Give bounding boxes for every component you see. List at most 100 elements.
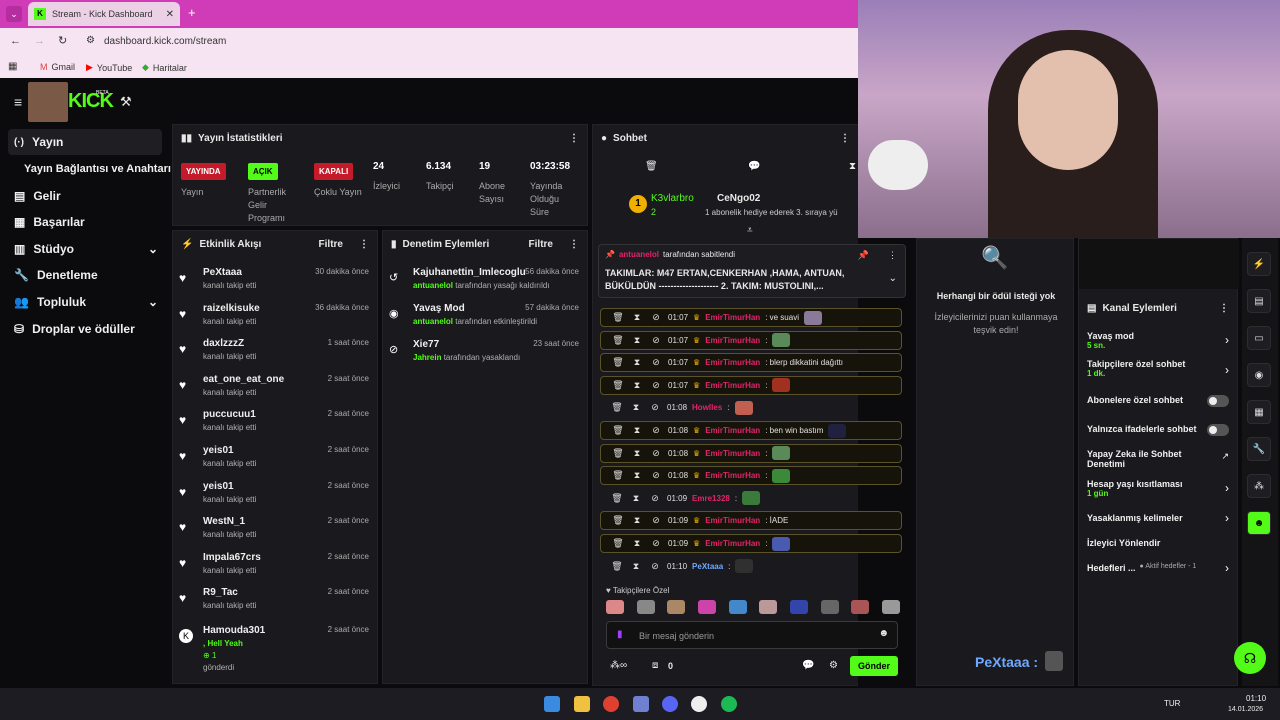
ban-icon[interactable]: ⊘	[649, 357, 663, 368]
message-icon[interactable]: 💬	[748, 161, 760, 172]
chevron-right-icon[interactable]: ›	[1225, 561, 1229, 575]
filter-button[interactable]: Filtre	[529, 239, 553, 250]
message-user[interactable]: Emre1328	[692, 494, 730, 503]
activity-user[interactable]: yeis01	[203, 481, 234, 492]
ban-icon[interactable]: ⊘	[649, 448, 663, 459]
more-icon[interactable]: ⋮	[888, 250, 897, 261]
chat-message[interactable]: 🗑 ⧗ ⊘ 01:07 ♛ EmirTimurHan: blerp dikkatini d…	[600, 353, 902, 373]
tray-icons[interactable]	[948, 698, 1128, 710]
chat-message[interactable]: 🗑 ⧗ ⊘ 01:10 PeXtaaa:	[600, 557, 902, 576]
language-indicator[interactable]: TUR	[1164, 699, 1180, 708]
timeout-icon[interactable]: ⧗	[630, 448, 644, 459]
unpin-icon[interactable]: 📌	[858, 250, 869, 261]
chrome-icon[interactable]	[603, 696, 619, 712]
timeout-icon[interactable]: ⧗	[630, 380, 644, 391]
message-user[interactable]: EmirTimurHan	[705, 313, 760, 322]
ban-icon[interactable]: ⊘	[649, 380, 663, 391]
start-icon[interactable]	[544, 696, 560, 712]
trash-icon[interactable]: 🗑	[645, 161, 658, 172]
account-age-setting[interactable]: Hesap yaşı kısıtlaması 1 gün	[1087, 479, 1233, 498]
message-user[interactable]: PeXtaaa	[692, 562, 723, 571]
discord-icon[interactable]	[662, 696, 678, 712]
emote-bar[interactable]	[606, 600, 900, 616]
sidebar-item-studyo[interactable]: ▥ Stüdyo ⌄	[8, 236, 162, 262]
more-icon[interactable]: ⋮	[359, 239, 369, 250]
ban-icon[interactable]: ⊘	[649, 425, 663, 436]
activity-user[interactable]: daxlzzzZ	[203, 338, 244, 349]
document-icon[interactable]: ▤	[1247, 289, 1271, 313]
trash-icon[interactable]: 🗑	[611, 312, 625, 323]
external-link-icon[interactable]: ↗	[1221, 451, 1229, 462]
chevron-right-icon[interactable]: ›	[1225, 481, 1229, 495]
apps-icon[interactable]: ▦	[8, 61, 17, 72]
ai-moderation-setting[interactable]: Yapay Zeka ile Sohbet Denetimi	[1087, 449, 1207, 469]
trash-icon[interactable]: 🗑	[611, 380, 625, 391]
app-icon[interactable]	[633, 696, 649, 712]
browser-tab[interactable]: K Stream - Kick Dashboard ✕	[28, 2, 180, 26]
activity-user[interactable]: R9_Tac	[203, 587, 238, 598]
new-tab-button[interactable]: +	[188, 5, 196, 20]
emotes-only-toggle[interactable]	[1207, 424, 1229, 436]
more-icon[interactable]: ⋮	[569, 239, 579, 250]
goals-setting[interactable]: Hedefleri ... ● Aktif hedefler - 1	[1087, 563, 1227, 573]
broadcast-icon[interactable]: ◉	[1247, 363, 1271, 387]
slow-mode-setting[interactable]: Yavaş mod 5 sn.	[1087, 331, 1233, 350]
chat-icon[interactable]: ▭	[1247, 326, 1271, 350]
leader-name[interactable]: K3vlarbro	[651, 193, 694, 204]
sidebar-item-droplar[interactable]: ⛁ Droplar ve ödüller	[8, 316, 162, 342]
activity-user[interactable]: yeis01	[203, 445, 234, 456]
chat-message[interactable]: 🗑 ⧗ ⊘ 01:07 ♛ EmirTimurHan:	[600, 330, 902, 350]
trash-icon[interactable]: 🗑	[610, 561, 624, 572]
message-user[interactable]: EmirTimurHan	[705, 426, 760, 435]
followers-only-setting[interactable]: Takipçilere özel sohbet 1 dk.	[1087, 359, 1233, 378]
message-user[interactable]: EmirTimurHan	[705, 539, 760, 548]
support-icon[interactable]: ☊	[1234, 642, 1266, 674]
message-user[interactable]: EmirTimurHan	[705, 381, 760, 390]
emoji-icon[interactable]: ☻	[878, 628, 889, 639]
trash-icon[interactable]: 🗑	[611, 425, 625, 436]
mic-icon[interactable]: ▮	[617, 629, 623, 640]
sidebar-item-basarilar[interactable]: ▦ Başarılar	[8, 209, 162, 235]
chat-message[interactable]: 🗑 ⧗ ⊘ 01:09 ♛ EmirTimurHan: İADE	[600, 511, 902, 531]
trash-icon[interactable]: 🗑	[611, 357, 625, 368]
sidebar-item-denetleme[interactable]: 🔧 Denetleme	[8, 262, 162, 288]
timer-icon[interactable]: ⧗	[849, 161, 856, 172]
back-icon[interactable]: ←	[10, 35, 21, 47]
printer-icon[interactable]: ▦	[1247, 400, 1271, 424]
timeout-icon[interactable]: ⧗	[630, 357, 644, 368]
send-button[interactable]: Gönder	[850, 656, 898, 676]
trash-icon[interactable]: 🗑	[611, 538, 625, 549]
chat-message[interactable]: 🗑 ⧗ ⊘ 01:07 ♛ EmirTimurHan:	[600, 375, 902, 395]
mod-target[interactable]: Kajuhanettin_Imlecoglu	[413, 267, 526, 278]
timeout-icon[interactable]: ⧗	[629, 493, 643, 504]
ban-icon[interactable]: ⊘	[649, 335, 663, 346]
trash-icon[interactable]: 🗑	[611, 448, 625, 459]
bookmark-maps[interactable]: ◆ Haritalar	[142, 62, 187, 73]
wrench-icon[interactable]: 🔧	[1247, 437, 1271, 461]
bookmark-youtube[interactable]: ▶ YouTube	[86, 62, 132, 73]
timeout-icon[interactable]: ⧗	[630, 312, 644, 323]
activity-user[interactable]: WestN_1	[203, 516, 245, 527]
gear-icon[interactable]: ⚙	[829, 660, 838, 671]
message-user[interactable]: Howlles	[692, 403, 722, 412]
clock-date[interactable]: 14.01.2026	[1228, 706, 1263, 713]
subs-only-toggle[interactable]	[1207, 395, 1229, 407]
sidebar-item-topluluk[interactable]: 👥 Topluluk ⌄	[8, 289, 162, 315]
timeout-icon[interactable]: ⧗	[629, 561, 643, 572]
points-icon[interactable]: ⁂∞	[610, 660, 627, 671]
timeout-icon[interactable]: ⧗	[630, 335, 644, 346]
message-user[interactable]: EmirTimurHan	[705, 449, 760, 458]
message-user[interactable]: EmirTimurHan	[705, 471, 760, 480]
more-icon[interactable]: ⋮	[1219, 303, 1229, 314]
trash-icon[interactable]: 🗑	[611, 515, 625, 526]
ban-icon[interactable]: ⊘	[649, 515, 663, 526]
collapse-icon[interactable]: ⩡	[747, 225, 753, 236]
ban-icon[interactable]: ⊘	[648, 402, 662, 413]
chat-icon[interactable]: 💬	[802, 660, 814, 671]
trash-icon[interactable]: 🗑	[611, 335, 625, 346]
chat-input-box[interactable]: ▮ Bir mesaj gönderin ☻	[606, 621, 898, 649]
timeout-icon[interactable]: ⧗	[630, 470, 644, 481]
banned-words-setting[interactable]: Yasaklanmış kelimeler	[1087, 513, 1233, 523]
forward-icon[interactable]: →	[34, 35, 45, 47]
sidebar-item-stream-key[interactable]: Yayın Bağlantısı ve Anahtarı	[18, 156, 178, 182]
